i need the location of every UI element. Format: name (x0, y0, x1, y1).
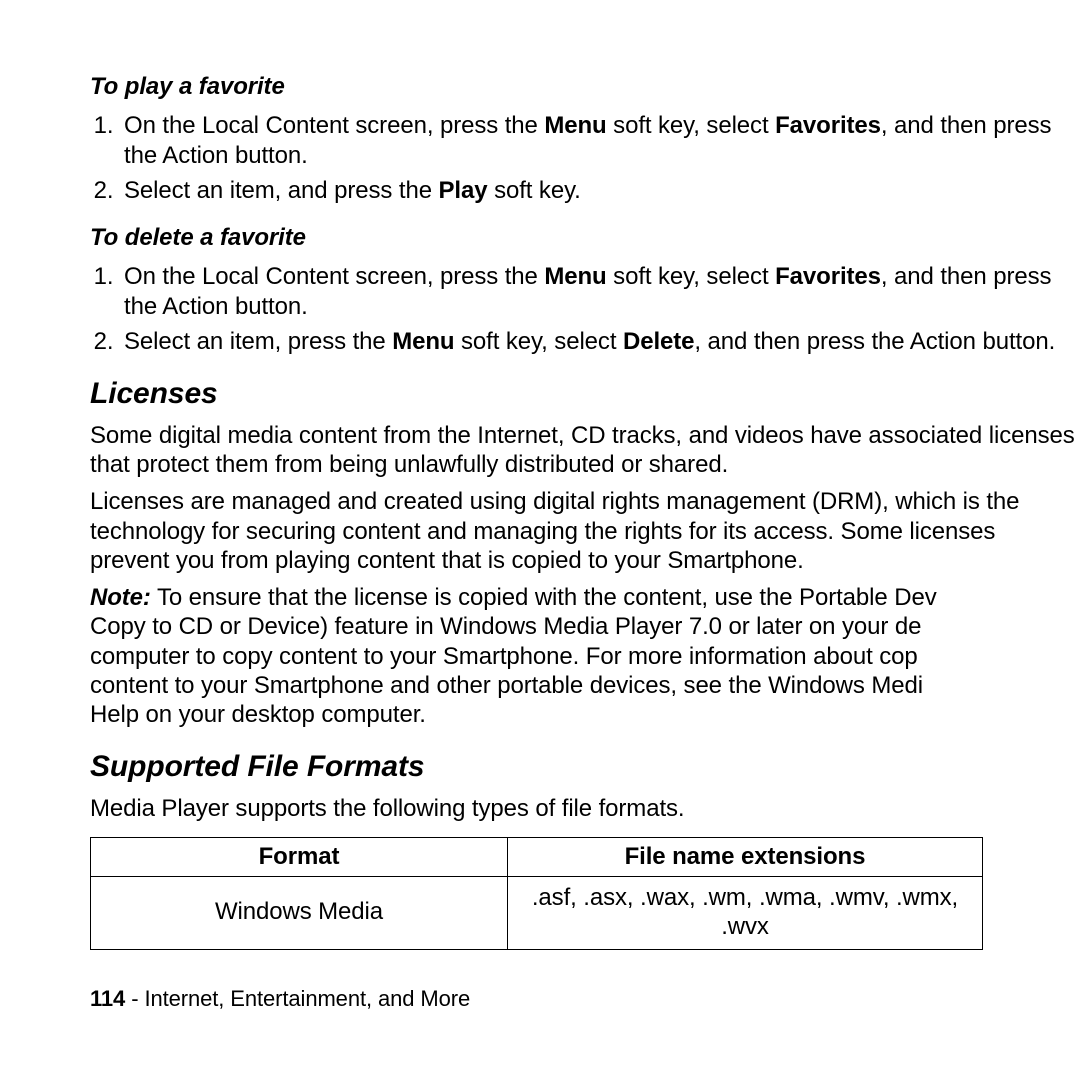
paragraph: Licenses are managed and created using d… (90, 487, 1080, 575)
heading-supported-formats: Supported File Formats (90, 749, 1080, 786)
text: content to your Smartphone and other por… (90, 672, 923, 699)
table-header-row: Format File name extensions (91, 838, 983, 876)
list-item: Select an item, and press the Play soft … (120, 176, 1080, 205)
section-title: Internet, Entertainment, and More (144, 986, 470, 1011)
text: .wvx (721, 913, 769, 940)
play-favorite-steps: On the Local Content screen, press the M… (90, 111, 1080, 205)
table-cell: Windows Media (91, 876, 508, 950)
text: On the Local Content screen, press the (124, 112, 544, 139)
paragraph: Some digital media content from the Inte… (90, 421, 1080, 480)
manual-page: To play a favorite On the Local Content … (0, 0, 1080, 1013)
delete-favorite-steps: On the Local Content screen, press the M… (90, 262, 1080, 356)
text: computer to copy content to your Smartph… (90, 643, 918, 670)
list-item: On the Local Content screen, press the M… (120, 262, 1080, 321)
text: To ensure that the license is copied wit… (151, 584, 937, 611)
table-header: Format (91, 838, 508, 876)
text: soft key, select (454, 328, 623, 355)
paragraph: Media Player supports the following type… (90, 794, 1080, 823)
table-cell: .asf, .asx, .wax, .wm, .wma, .wmv, .wmx,… (508, 876, 983, 950)
formats-table: Format File name extensions Windows Medi… (90, 837, 983, 950)
text-bold: Menu (544, 112, 606, 139)
text: Select an item, press the (124, 328, 392, 355)
page-number: 114 (90, 986, 125, 1011)
text: , and then press the Action button. (694, 328, 1055, 355)
text: Copy to CD or Device) feature in Windows… (90, 613, 921, 640)
list-item: On the Local Content screen, press the M… (120, 111, 1080, 170)
note-paragraph: Note: To ensure that the license is copi… (90, 583, 1080, 729)
list-item: Select an item, press the Menu soft key,… (120, 327, 1080, 356)
text: Help on your desktop computer. (90, 701, 426, 728)
text: soft key. (488, 177, 581, 204)
text: soft key, select (607, 263, 776, 290)
text: On the Local Content screen, press the (124, 263, 544, 290)
subheading-delete-favorite: To delete a favorite (90, 223, 1080, 252)
text-bold: Menu (392, 328, 454, 355)
text: .asf, .asx, .wax, .wm, .wma, .wmv, .wmx, (532, 884, 958, 911)
text: soft key, select (607, 112, 776, 139)
heading-licenses: Licenses (90, 376, 1080, 413)
subheading-play-favorite: To play a favorite (90, 72, 1080, 101)
text-bold: Menu (544, 263, 606, 290)
note-label: Note: (90, 584, 151, 611)
text-bold: Delete (623, 328, 694, 355)
page-footer: 114 - Internet, Entertainment, and More (90, 986, 1080, 1013)
table-row: Windows Media .asf, .asx, .wax, .wm, .wm… (91, 876, 983, 950)
text-bold: Favorites (775, 263, 881, 290)
text: Select an item, and press the (124, 177, 439, 204)
text: - (125, 986, 144, 1011)
text-bold: Play (439, 177, 488, 204)
text-bold: Favorites (775, 112, 881, 139)
table-header: File name extensions (508, 838, 983, 876)
